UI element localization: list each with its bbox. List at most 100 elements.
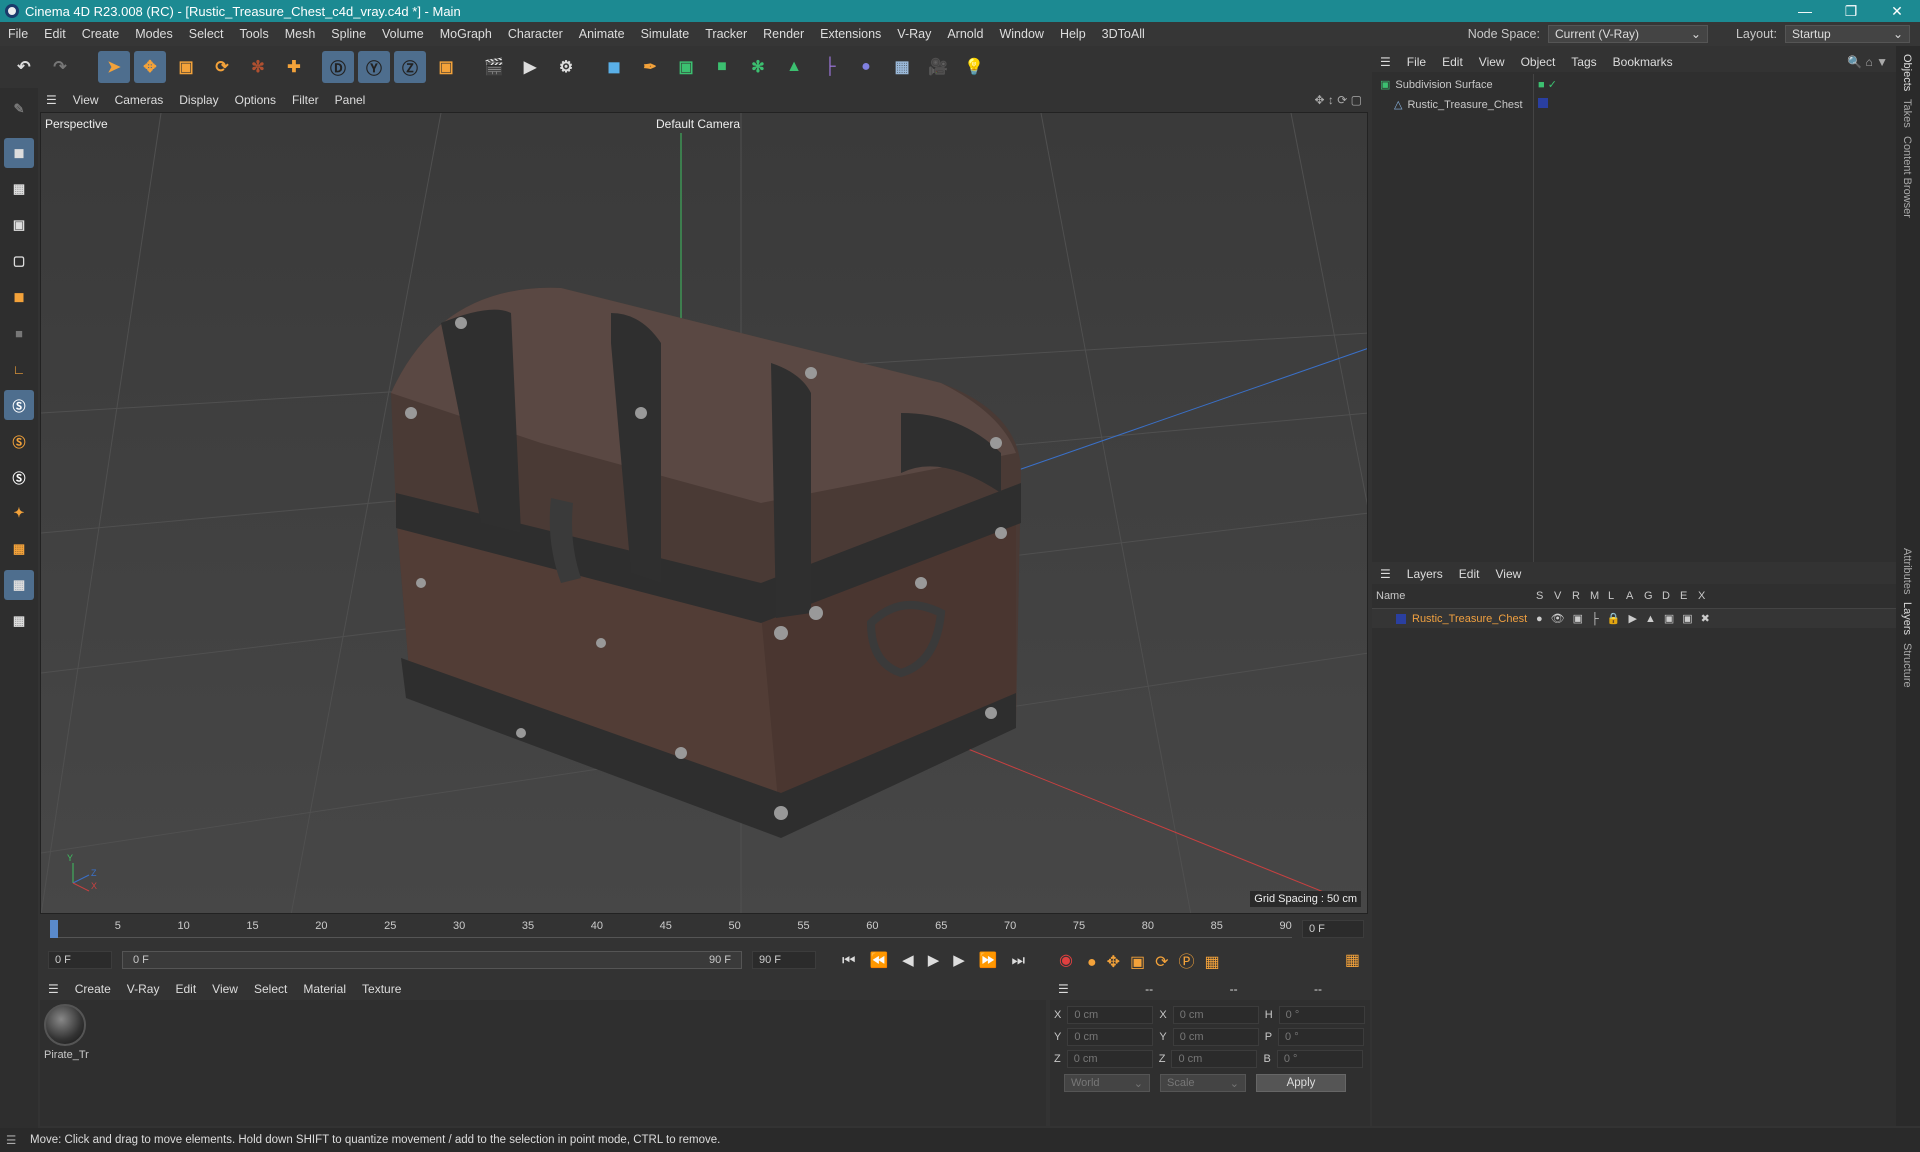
menu-spline[interactable]: Spline xyxy=(323,27,374,41)
render-settings-icon[interactable]: ⚙ xyxy=(550,51,582,83)
hamburger-icon[interactable]: ☰ xyxy=(1372,567,1399,581)
z-axis-lock-icon[interactable]: Ⓩ xyxy=(394,51,426,83)
coord-scale-select[interactable]: Scale ⌄ xyxy=(1160,1074,1246,1092)
frame-range-slider[interactable]: 0 F 90 F xyxy=(122,951,742,969)
x-axis-lock-icon[interactable]: Ⓓ xyxy=(322,51,354,83)
move-tool-icon[interactable]: ✥ xyxy=(134,51,166,83)
layer-flag-icons[interactable]: ●👁▣├🔒▶▲▣▣✖ xyxy=(1536,612,1718,625)
subdivision-icon[interactable]: ▣ xyxy=(670,51,702,83)
solo-icon[interactable]: Ⓢ xyxy=(4,462,34,492)
render-view-icon[interactable]: 🎬 xyxy=(478,51,510,83)
menu-mograph[interactable]: MoGraph xyxy=(432,27,500,41)
visibility-check-icon[interactable]: ■ ✓ xyxy=(1538,78,1557,91)
scale-tool-icon[interactable]: ▣ xyxy=(170,51,202,83)
mat-menu-edit[interactable]: Edit xyxy=(167,982,204,996)
tree-item-chest[interactable]: △ Rustic_Treasure_Chest xyxy=(1394,98,1523,112)
obj-menu-view[interactable]: View xyxy=(1471,55,1513,69)
obj-menu-bookmarks[interactable]: Bookmarks xyxy=(1605,55,1681,69)
cloner-icon[interactable]: ▲ xyxy=(778,51,810,83)
pos-y-field[interactable]: 0 cm xyxy=(1067,1028,1154,1046)
menu-help[interactable]: Help xyxy=(1052,27,1094,41)
layout-select[interactable]: Startup ⌄ xyxy=(1785,25,1910,43)
coord-mode-select[interactable]: World ⌄ xyxy=(1064,1074,1150,1092)
menu-simulate[interactable]: Simulate xyxy=(633,27,698,41)
tab-content-browser[interactable]: Content Browser xyxy=(1901,136,1913,218)
viewport-menu-options[interactable]: Options xyxy=(227,93,284,107)
node-space-select[interactable]: Current (V-Ray) ⌄ xyxy=(1547,25,1708,43)
menu-file[interactable]: File xyxy=(0,27,36,41)
locked-workplane-icon[interactable]: ▦ xyxy=(4,606,34,636)
workplane-icon[interactable]: ▦ xyxy=(4,534,34,564)
obj-menu-edit[interactable]: Edit xyxy=(1434,55,1471,69)
hamburger-icon[interactable]: ☰ xyxy=(40,982,67,996)
menu-animate[interactable]: Animate xyxy=(571,27,633,41)
floor-icon[interactable]: ▦ xyxy=(886,51,918,83)
playback-controls[interactable]: ⏮⏪◀▶▶⏩⏭ xyxy=(842,951,1039,969)
layer-color-icon[interactable] xyxy=(1538,98,1548,108)
obj-menu-object[interactable]: Object xyxy=(1513,55,1564,69)
generator-icon[interactable]: ■ xyxy=(706,51,738,83)
menu-window[interactable]: Window xyxy=(991,27,1051,41)
mat-menu-view[interactable]: View xyxy=(204,982,246,996)
menu-arnold[interactable]: Arnold xyxy=(939,27,991,41)
edges-mode-icon[interactable]: ▢ xyxy=(4,246,34,276)
menu-modes[interactable]: Modes xyxy=(127,27,181,41)
start-frame-field[interactable]: 0 F xyxy=(48,951,112,969)
timeline-ruler[interactable]: 0 5 10 15 20 25 30 35 40 45 50 55 60 65 … xyxy=(40,914,1370,944)
points-mode-icon[interactable]: ▣ xyxy=(4,210,34,240)
texture-mode-icon[interactable]: ▦ xyxy=(4,174,34,204)
render-picture-viewer-icon[interactable]: ▶ xyxy=(514,51,546,83)
rot-h-field[interactable]: 0 ° xyxy=(1278,1006,1365,1024)
array-icon[interactable]: ✻ xyxy=(742,51,774,83)
rot-b-field[interactable]: 0 ° xyxy=(1276,1050,1363,1068)
rotate-tool-icon[interactable]: ⟳ xyxy=(206,51,238,83)
size-y-field[interactable]: 0 cm xyxy=(1172,1028,1259,1046)
menu-vray[interactable]: V-Ray xyxy=(889,27,939,41)
menu-mesh[interactable]: Mesh xyxy=(277,27,324,41)
menu-volume[interactable]: Volume xyxy=(374,27,432,41)
polygons-mode-icon[interactable]: ◼ xyxy=(4,282,34,312)
model-mode-icon[interactable]: ◼ xyxy=(4,138,34,168)
viewport-menu-panel[interactable]: Panel xyxy=(327,93,374,107)
menu-render[interactable]: Render xyxy=(755,27,812,41)
y-axis-lock-icon[interactable]: Ⓨ xyxy=(358,51,390,83)
material-item[interactable]: Pirate_Tr xyxy=(44,1004,89,1061)
mat-menu-texture[interactable]: Texture xyxy=(354,982,409,996)
mat-menu-vray[interactable]: V-Ray xyxy=(119,982,168,996)
cube-icon[interactable]: ◼ xyxy=(598,51,630,83)
axis-mode-icon[interactable]: ∟ xyxy=(4,354,34,384)
menu-edit[interactable]: Edit xyxy=(36,27,74,41)
obj-menu-tags[interactable]: Tags xyxy=(1563,55,1604,69)
mat-menu-create[interactable]: Create xyxy=(67,982,119,996)
size-z-field[interactable]: 0 cm xyxy=(1171,1050,1258,1068)
end-frame-field[interactable]: 90 F xyxy=(752,951,816,969)
light-icon[interactable]: 💡 xyxy=(958,51,990,83)
menu-character[interactable]: Character xyxy=(500,27,571,41)
grid-icon[interactable]: ▦ xyxy=(4,570,34,600)
search-icon[interactable]: 🔍 ⌂ ▼ xyxy=(1839,55,1896,69)
viewport-nav-icons[interactable]: ✥ ↕ ⟳ ▢ xyxy=(1307,93,1370,107)
snap-icon[interactable]: Ⓢ xyxy=(4,390,34,420)
record-icon[interactable]: ◉ xyxy=(1059,950,1073,970)
layer-menu-layers[interactable]: Layers xyxy=(1399,567,1451,581)
current-frame-field[interactable]: 0 F xyxy=(1302,920,1364,938)
layer-menu-view[interactable]: View xyxy=(1487,567,1529,581)
key-tools-icons[interactable]: ●✥▣⟳Ⓟ▦ xyxy=(1087,948,1230,972)
add-tool-icon[interactable]: ✚ xyxy=(278,51,310,83)
snap-settings-icon[interactable]: Ⓢ xyxy=(4,426,34,456)
menu-create[interactable]: Create xyxy=(74,27,128,41)
menu-tools[interactable]: Tools xyxy=(232,27,277,41)
tab-objects[interactable]: Objects xyxy=(1901,54,1913,91)
tab-structure[interactable]: Structure xyxy=(1901,643,1913,688)
layer-row[interactable]: Rustic_Treasure_Chest ●👁▣├🔒▶▲▣▣✖ xyxy=(1372,609,1896,628)
menu-select[interactable]: Select xyxy=(181,27,232,41)
redo-icon[interactable]: ↷ xyxy=(44,51,76,83)
timeline-layout-icon[interactable]: ▦ xyxy=(1345,950,1360,970)
menu-extensions[interactable]: Extensions xyxy=(812,27,889,41)
make-editable-icon[interactable]: ✎ xyxy=(4,94,34,124)
rot-p-field[interactable]: 0 ° xyxy=(1278,1028,1365,1046)
field-icon[interactable]: ● xyxy=(850,51,882,83)
apply-button[interactable]: Apply xyxy=(1256,1074,1346,1092)
layer-menu-edit[interactable]: Edit xyxy=(1451,567,1488,581)
minimize-button[interactable]: — xyxy=(1782,0,1828,22)
